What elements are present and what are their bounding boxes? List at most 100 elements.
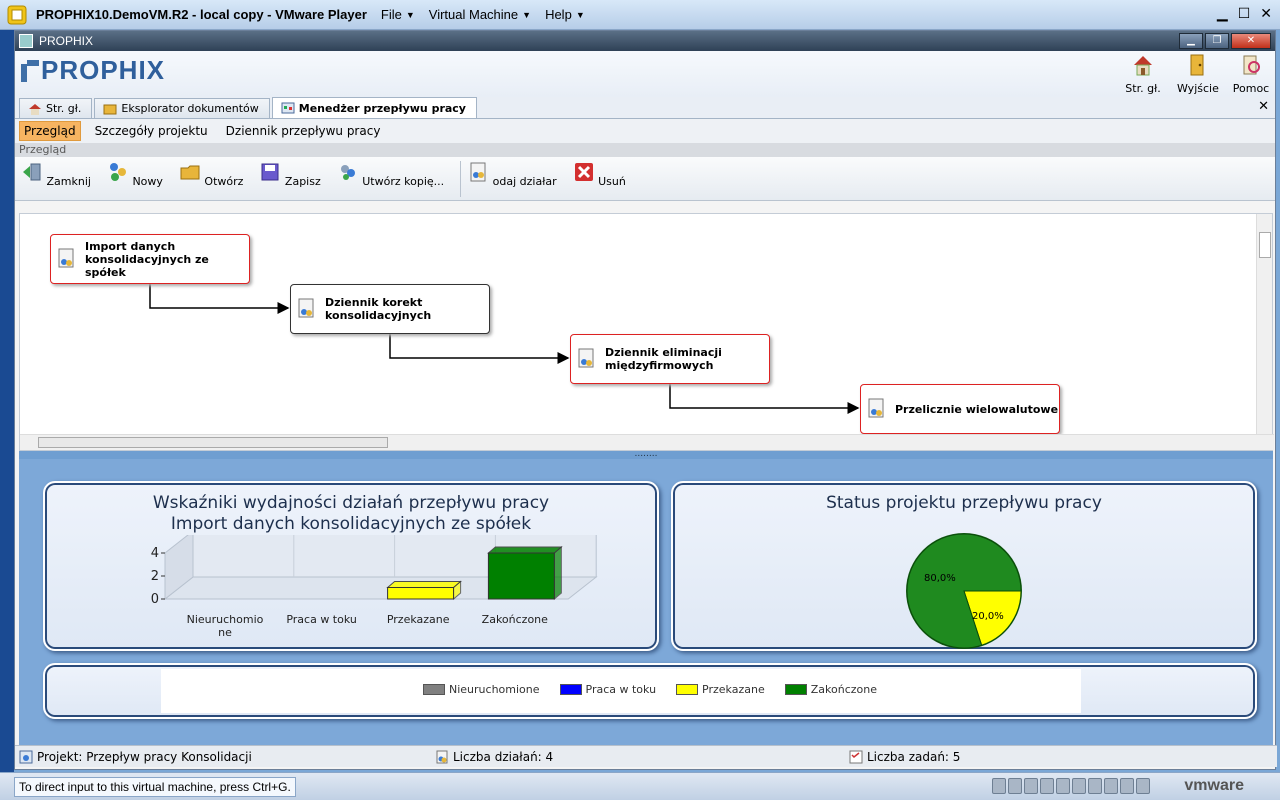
- app-title: PROPHIX: [39, 34, 94, 48]
- add-activity-icon: [470, 162, 486, 182]
- chevron-down-icon: ▼: [522, 9, 532, 20]
- activity-icon: [578, 348, 594, 368]
- maximize-icon[interactable]: ☐: [1238, 6, 1251, 22]
- close-button[interactable]: ✕: [1231, 33, 1271, 49]
- restore-button[interactable]: ❐: [1205, 33, 1229, 49]
- x-tick-label: Zakończone: [482, 613, 548, 626]
- bar-front: [387, 587, 455, 600]
- vertical-scrollbar[interactable]: [1256, 214, 1272, 434]
- kpi-panel: Wskaźniki wydajności działań przepływu p…: [43, 481, 659, 651]
- legend-item: Przekazane: [676, 683, 765, 696]
- tab-workflow-manager[interactable]: Menedżer przepływu pracy: [271, 97, 477, 118]
- dashboard: Wskaźniki wydajności działań przepływu p…: [19, 459, 1273, 745]
- app-title-bar: PROPHIX ▁ ❐ ✕: [15, 31, 1275, 51]
- open-folder-icon: [180, 165, 200, 180]
- desktop-edge: [0, 30, 14, 772]
- close-arrow-icon: [23, 163, 41, 181]
- bluetooth-device-icon[interactable]: [1120, 778, 1134, 794]
- home-icon: [29, 103, 41, 115]
- workflow-node-adjustments[interactable]: Dziennik korekt konsolidacyjnych: [290, 284, 490, 334]
- printer-device-icon[interactable]: [1072, 778, 1086, 794]
- vm-menu-virtual-machine[interactable]: Virtual Machine ▼: [429, 7, 531, 22]
- save-button[interactable]: Zapisz: [259, 161, 321, 188]
- prophix-window: PROPHIX ▁ ❐ ✕ PROPHIX Str. gł. Wyjście P…: [14, 30, 1277, 770]
- vm-status-bar: To direct input to this virtual machine,…: [0, 772, 1280, 800]
- status-pie-chart: 80,0% 20,0%: [906, 533, 1022, 649]
- folder-icon: [103, 104, 117, 114]
- minimize-button[interactable]: ▁: [1179, 33, 1203, 49]
- subnav-workflow-log[interactable]: Dziennik przepływu pracy: [222, 122, 385, 140]
- status-activities: Liczba działań: 4: [435, 750, 553, 764]
- add-activity-button[interactable]: odaj działar: [467, 161, 557, 188]
- new-button[interactable]: Nowy: [107, 161, 163, 188]
- vm-device-icons: [992, 778, 1150, 794]
- panel-splitter[interactable]: ........: [19, 450, 1273, 459]
- toolbar-separator: [460, 161, 462, 197]
- vm-input-hint: To direct input to this virtual machine,…: [14, 777, 296, 797]
- activity-icon: [436, 750, 448, 764]
- vm-menu-file[interactable]: File ▼: [381, 7, 415, 22]
- workflow-icon: [281, 102, 295, 114]
- usb-device-icon[interactable]: [1104, 778, 1118, 794]
- legend-item: Nieuruchomione: [423, 683, 540, 696]
- x-tick-label: ne: [218, 626, 232, 639]
- help-book-icon: [1243, 55, 1260, 75]
- create-copy-button[interactable]: Utwórz kopię...: [337, 161, 444, 188]
- close-icon[interactable]: ✕: [1260, 6, 1272, 22]
- scroll-thumb[interactable]: [1259, 232, 1271, 258]
- vm-window-title: PROPHIX10.DemoVM.R2 - local copy - VMwar…: [36, 7, 367, 22]
- chart-legend: Nieuruchomione Praca w toku Przekazane Z…: [45, 683, 1255, 696]
- legend-panel: Nieuruchomione Praca w toku Przekazane Z…: [43, 663, 1257, 719]
- task-list-icon: [849, 750, 863, 764]
- workflow-node-currency[interactable]: Przelicznie wielowalutowe: [860, 384, 1060, 434]
- x-tick-label: Przekazane: [387, 613, 450, 626]
- document-tabs: Str. gł. Eksplorator dokumentów Menedżer…: [15, 97, 1275, 119]
- status-bar: Projekt: Przepływ pracy Konsolidacji Lic…: [15, 745, 1277, 767]
- network-device-icon[interactable]: [992, 778, 1006, 794]
- close-tab-icon[interactable]: ✕: [1258, 99, 1269, 114]
- usb-device-icon[interactable]: [1088, 778, 1102, 794]
- usb-device-icon[interactable]: [1040, 778, 1054, 794]
- help-button[interactable]: Pomoc: [1231, 53, 1271, 95]
- kpi-title-line2: Import danych konsolidacyjnych ze spółek: [170, 514, 532, 534]
- status-panel: Status projektu przepływu pracy 80,0% 20,…: [671, 481, 1257, 651]
- activity-icon: [298, 298, 314, 318]
- vmware-logo-icon: [7, 5, 27, 24]
- copy-workflow-icon: [340, 165, 355, 180]
- breadcrumb: Przegląd: [15, 143, 1275, 157]
- y-tick-label: 0: [151, 592, 159, 607]
- home-button[interactable]: Str. gł.: [1123, 53, 1163, 95]
- x-tick-label: Praca w toku: [286, 613, 357, 626]
- vm-title-bar: PROPHIX10.DemoVM.R2 - local copy - VMwar…: [0, 0, 1280, 30]
- exit-button[interactable]: Wyjście: [1177, 53, 1219, 95]
- close-project-button[interactable]: Zamknij: [21, 161, 91, 188]
- tab-document-explorer[interactable]: Eksplorator dokumentów: [94, 98, 270, 118]
- delete-button[interactable]: Usuń: [573, 161, 626, 188]
- chevron-down-icon: ▼: [405, 9, 415, 20]
- vmware-brand: vmware: [1184, 777, 1244, 794]
- open-button[interactable]: Otwórz: [179, 161, 243, 188]
- status-project: Projekt: Przepływ pracy Konsolidacji: [19, 750, 252, 764]
- prophix-mark-icon: [21, 59, 39, 82]
- scroll-thumb[interactable]: [38, 437, 388, 448]
- subnav-overview[interactable]: Przegląd: [19, 121, 81, 141]
- delete-x-icon: [574, 163, 593, 181]
- horizontal-scrollbar[interactable]: [20, 434, 1274, 450]
- kpi-title-line1: Wskaźniki wydajności działań przepływu p…: [152, 493, 550, 513]
- y-tick-label: 4: [151, 546, 159, 561]
- minimize-icon[interactable]: ▁: [1217, 6, 1228, 22]
- usb-device-icon[interactable]: [1136, 778, 1150, 794]
- new-workflow-icon: [109, 163, 126, 181]
- door-exit-icon: [1190, 54, 1204, 76]
- cd-device-icon[interactable]: [1008, 778, 1022, 794]
- sound-device-icon[interactable]: [1056, 778, 1070, 794]
- workflow-node-eliminations[interactable]: Dziennik eliminacji międzyfirmowych: [570, 334, 770, 384]
- subnav-project-details[interactable]: Szczegóły projektu: [91, 122, 212, 140]
- x-tick-label: Nieuruchomio: [187, 613, 264, 626]
- tab-home[interactable]: Str. gł.: [19, 98, 93, 118]
- activity-icon: [868, 398, 884, 418]
- floppy-device-icon[interactable]: [1024, 778, 1038, 794]
- workflow-node-import[interactable]: Import danych konsolidacyjnych ze spółek: [50, 234, 250, 284]
- vm-menu-help[interactable]: Help ▼: [545, 7, 585, 22]
- chevron-down-icon: ▼: [575, 9, 585, 20]
